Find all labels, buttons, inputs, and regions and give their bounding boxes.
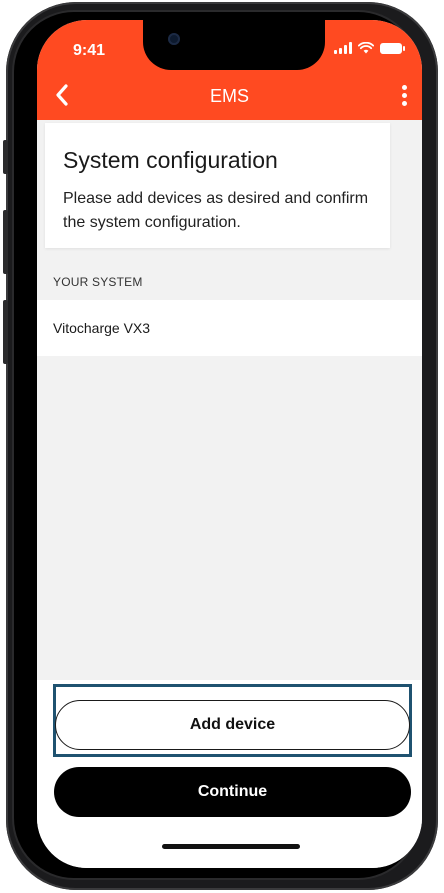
intro-card: System configuration Please add devices … bbox=[45, 123, 390, 248]
wifi-icon bbox=[358, 42, 374, 54]
more-vertical-icon bbox=[401, 84, 407, 90]
section-label: YOUR SYSTEM bbox=[53, 275, 143, 289]
volume-down-button bbox=[3, 300, 8, 364]
bottom-actions: Add device Continue bbox=[37, 680, 422, 868]
card-heading: System configuration bbox=[63, 147, 278, 173]
add-device-button[interactable]: Add device bbox=[55, 700, 410, 750]
battery-icon bbox=[380, 42, 405, 54]
page-title: EMS bbox=[209, 86, 249, 106]
status-time: 9:41 bbox=[73, 42, 106, 59]
status-icons bbox=[334, 42, 405, 54]
volume-up-button bbox=[3, 210, 8, 274]
notch bbox=[143, 20, 325, 70]
signal-icon bbox=[334, 42, 352, 54]
list-item[interactable]: Vitocharge VX3 bbox=[37, 300, 422, 356]
home-indicator bbox=[162, 844, 300, 849]
app-header: 9:41 EMS bbox=[37, 20, 422, 120]
card-description: Please add devices as desired and confir… bbox=[63, 190, 369, 231]
app-screen: 9:41 EMS System configuration Please add… bbox=[37, 20, 422, 868]
camera-icon bbox=[168, 33, 180, 45]
device-name: Vitocharge VX3 bbox=[53, 320, 151, 336]
more-menu-button[interactable] bbox=[394, 80, 414, 110]
continue-button[interactable]: Continue bbox=[54, 767, 411, 817]
silent-switch bbox=[3, 140, 8, 174]
